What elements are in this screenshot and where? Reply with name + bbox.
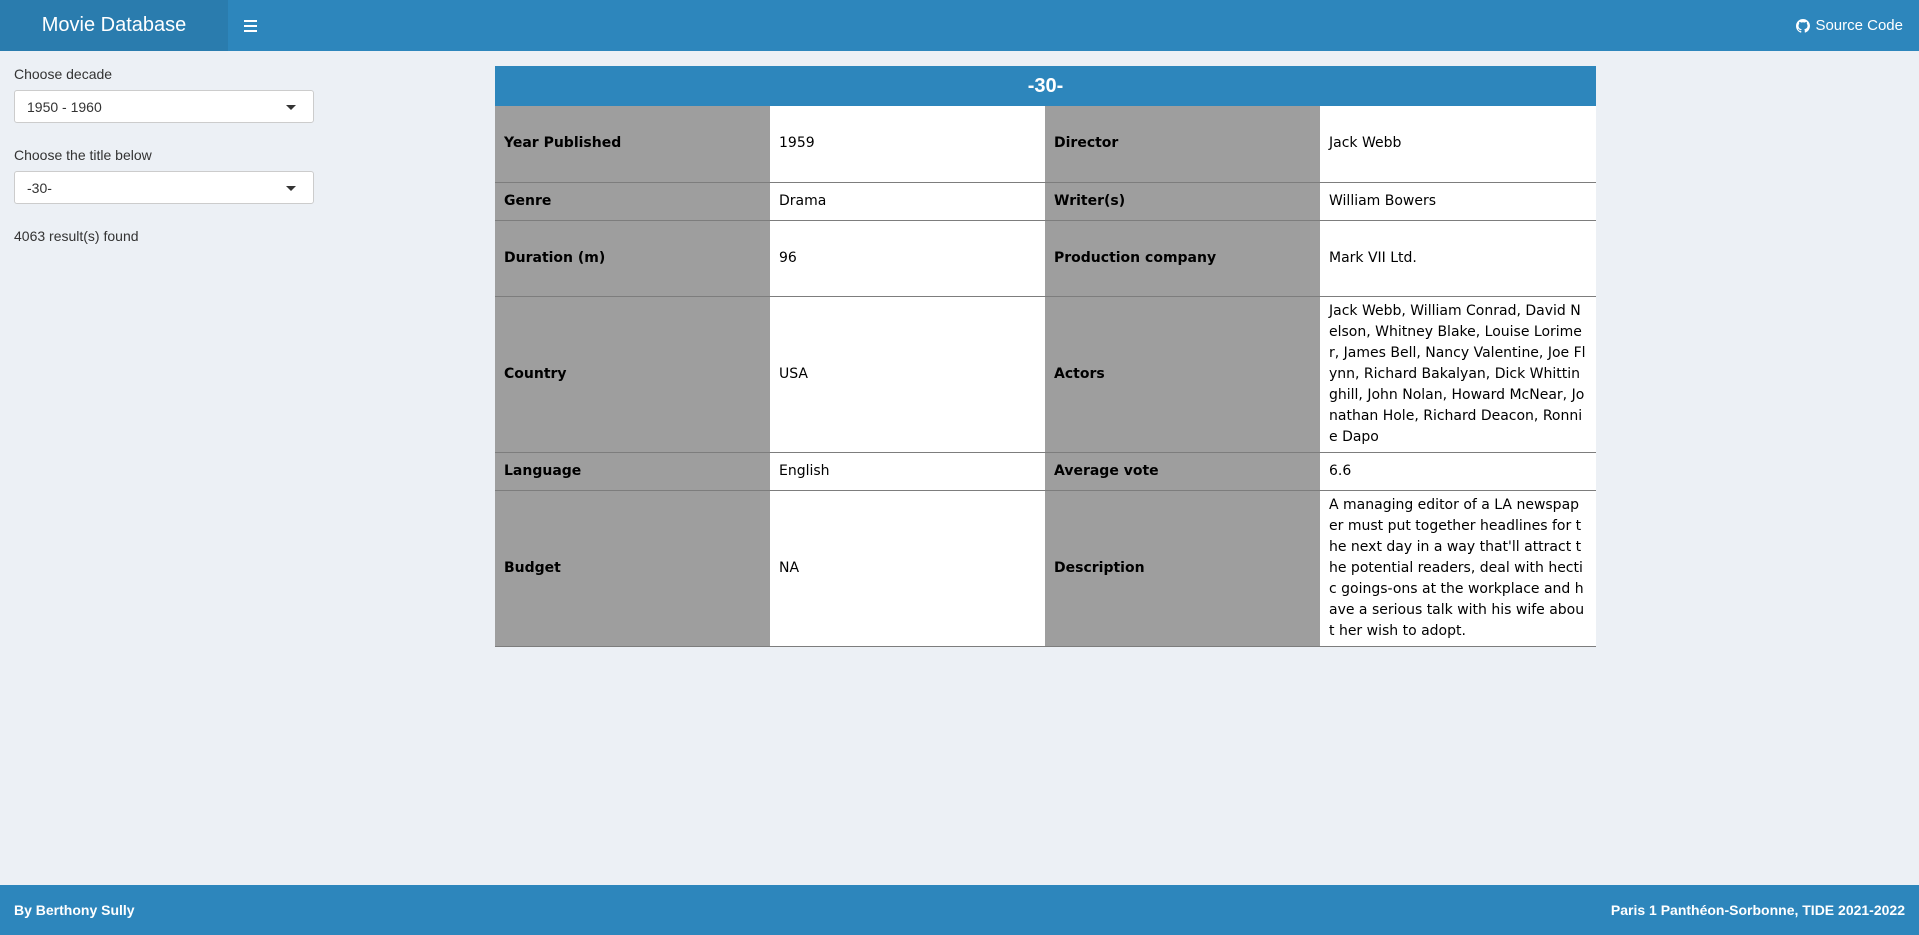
title-label: Choose the title below <box>14 147 152 163</box>
field-value: William Bowers <box>1320 182 1597 221</box>
decade-label: Choose decade <box>14 66 113 82</box>
app-header: Movie Database Source Code <box>0 0 1919 51</box>
field-label: Director <box>1045 106 1320 183</box>
title-select-value: -30- <box>27 179 52 196</box>
caret-down-icon <box>286 105 296 110</box>
field-value: English <box>770 452 1045 491</box>
field-label: Production company <box>1045 220 1320 297</box>
decade-select-value: 1950 - 1960 <box>27 98 102 115</box>
hamburger-icon <box>243 19 257 32</box>
source-code-label: Source Code <box>1815 17 1903 34</box>
table-row: Language English Average vote 6.6 <box>495 452 1597 491</box>
field-label: Language <box>495 452 770 491</box>
field-value: NA <box>770 490 1045 647</box>
field-value: A managing editor of a LA newspaper must… <box>1320 490 1597 647</box>
decade-select[interactable]: 1950 - 1960 <box>14 90 314 123</box>
field-label: Average vote <box>1045 452 1320 491</box>
field-label: Duration (m) <box>495 220 770 297</box>
movie-details-table: -30- Year Published 1959 Director Jack W… <box>495 66 1597 647</box>
github-icon <box>1796 18 1811 33</box>
field-value: Jack Webb, William Conrad, David Nelson,… <box>1320 296 1597 453</box>
app-logo[interactable]: Movie Database <box>0 0 228 51</box>
field-value: Jack Webb <box>1320 106 1597 183</box>
title-select[interactable]: -30- <box>14 171 314 204</box>
results-count: 4063 result(s) found <box>14 228 139 244</box>
field-value: Drama <box>770 182 1045 221</box>
movie-title: -30- <box>495 66 1597 106</box>
table-row: Country USA Actors Jack Webb, William Co… <box>495 296 1597 453</box>
table-row: Year Published 1959 Director Jack Webb <box>495 106 1597 183</box>
sidebar: Choose decade 1950 - 1960 Choose the tit… <box>14 51 314 244</box>
source-code-link[interactable]: Source Code <box>1796 0 1903 51</box>
field-value: 96 <box>770 220 1045 297</box>
field-label: Writer(s) <box>1045 182 1320 221</box>
table-row: Budget NA Description A managing editor … <box>495 490 1597 647</box>
footer-author: By Berthony Sully <box>14 902 135 918</box>
field-value: 6.6 <box>1320 452 1597 491</box>
field-value: 1959 <box>770 106 1045 183</box>
field-value: Mark VII Ltd. <box>1320 220 1597 297</box>
app-footer: By Berthony Sully Paris 1 Panthéon-Sorbo… <box>0 885 1919 935</box>
field-label: Description <box>1045 490 1320 647</box>
caret-down-icon <box>286 186 296 191</box>
table-row: Genre Drama Writer(s) William Bowers <box>495 182 1597 221</box>
field-label: Actors <box>1045 296 1320 453</box>
field-label: Budget <box>495 490 770 647</box>
sidebar-toggle-button[interactable] <box>228 0 272 51</box>
footer-institution: Paris 1 Panthéon-Sorbonne, TIDE 2021-202… <box>1610 902 1905 918</box>
field-value: USA <box>770 296 1045 453</box>
table-row: Duration (m) 96 Production company Mark … <box>495 220 1597 297</box>
field-label: Year Published <box>495 106 770 183</box>
field-label: Genre <box>495 182 770 221</box>
field-label: Country <box>495 296 770 453</box>
